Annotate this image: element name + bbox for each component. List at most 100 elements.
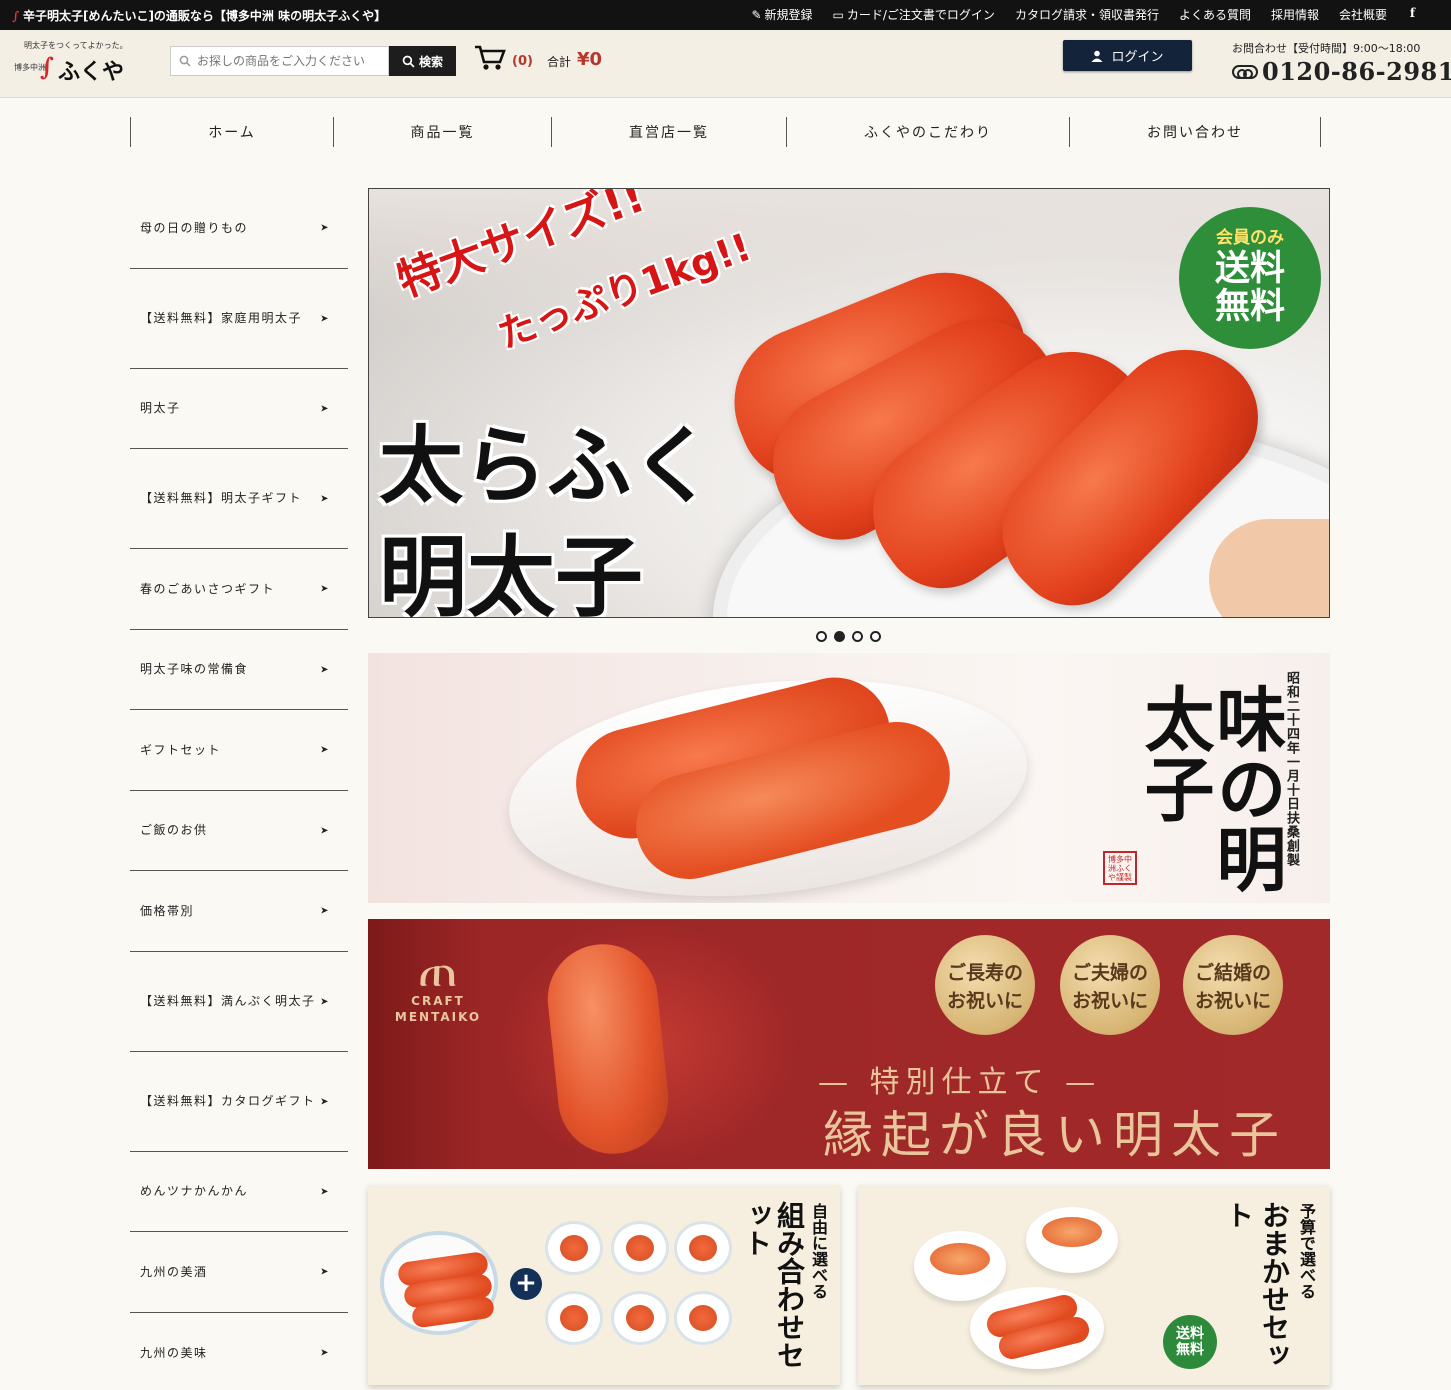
sidebar-item-manpuku[interactable]: 【送料無料】満んぷく明太子 ➤ <box>130 952 348 1052</box>
founded-text: 昭和二十四年一月十日扶桑創製 <box>1284 671 1299 867</box>
calligraphy-title: 味の明太子 <box>1133 683 1288 893</box>
aji-no-mentaiko-banner[interactable]: 味の明太子 昭和二十四年一月十日扶桑創製 博多中洲ふくや謹製 <box>368 653 1330 903</box>
cart-count: (0) <box>512 53 533 69</box>
chevron-right-icon: ➤ <box>320 825 330 836</box>
sidebar-item-kyushu-sake[interactable]: 九州の美酒 ➤ <box>130 1232 348 1313</box>
hero-title-1: 太らふく <box>379 416 716 515</box>
search-input[interactable] <box>197 54 377 68</box>
sidebar-item-mentaiko[interactable]: 明太子 ➤ <box>130 369 348 449</box>
side-dish-image <box>611 1291 669 1345</box>
phone-number[interactable]: 0120-86-2981 <box>1232 57 1451 86</box>
nav-stores[interactable]: 直営店一覧 <box>551 117 786 147</box>
search-icon <box>179 55 191 67</box>
user-icon <box>1091 50 1103 62</box>
card2-title: おまかせセット <box>1222 1201 1291 1369</box>
chevron-right-icon: ➤ <box>320 1266 330 1278</box>
coin-longevity: ご長寿の お祝いに <box>935 935 1035 1035</box>
sidebar-item-pantry[interactable]: 明太子味の常備食 ➤ <box>130 630 348 710</box>
register-link[interactable]: ✎ 新規登録 <box>751 6 812 23</box>
craft-mentaiko-logo: ጠ CRAFT MENTAIKO <box>394 942 482 1024</box>
sidebar-item-gift-set[interactable]: ギフトセット ➤ <box>130 710 348 791</box>
cart[interactable]: (0) 合計 ¥0 <box>474 44 602 72</box>
combination-set-card[interactable]: + 自由に選べる 組み合わせセット <box>368 1185 840 1385</box>
seal-stamp: 博多中洲ふくや謹製 <box>1103 851 1137 885</box>
side-dish-image <box>611 1221 669 1275</box>
sidebar-item-gift[interactable]: 【送料無料】明太子ギフト ➤ <box>130 449 348 549</box>
catalog-request-link[interactable]: カタログ請求・領収書発行 <box>1015 6 1159 23</box>
search-form: 検索 <box>170 46 456 76</box>
free-shipping-badge: 送料無料 <box>1163 1315 1217 1369</box>
cart-total-label: 合計 <box>546 54 571 69</box>
search-field <box>170 46 389 76</box>
plus-icon: + <box>510 1268 542 1300</box>
company-link[interactable]: 会社概要 <box>1339 6 1387 23</box>
card2-subtitle: 予算で選べる <box>1297 1203 1316 1299</box>
site-title-text: 辛子明太子[めんたいこ]の通販なら【博多中洲 味の明太子ふくや】 <box>22 9 387 23</box>
nav-home[interactable]: ホーム <box>130 117 333 147</box>
category-sidebar: 母の日の贈りもの ➤ 【送料無料】家庭用明太子 ➤ 明太子 ➤ 【送料無料】明太子ギフ… <box>130 188 348 1390</box>
chevron-right-icon: ➤ <box>320 664 330 675</box>
chevron-right-icon: ➤ <box>320 222 330 234</box>
sidebar-item-home-use[interactable]: 【送料無料】家庭用明太子 ➤ <box>130 269 348 369</box>
facebook-icon[interactable]: f <box>1410 6 1415 20</box>
side-dish-image <box>674 1291 732 1345</box>
chevron-right-icon: ➤ <box>320 996 330 1007</box>
sidebar-item-spring-gift[interactable]: 春のごあいさつギフト ➤ <box>130 549 348 630</box>
chevron-right-icon: ➤ <box>320 1347 330 1359</box>
nav-contact[interactable]: お問い合わせ <box>1069 117 1321 147</box>
hero-banner[interactable]: 特大サイズ!! たっぷり1kg!! 太らふく 明太子 会員のみ 送料無料 <box>368 188 1330 618</box>
coin-couple: ご夫婦の お祝いに <box>1060 935 1160 1035</box>
fukuya-logo-icon: ∫ <box>12 8 19 23</box>
faq-link[interactable]: よくある質問 <box>1179 6 1251 23</box>
nav-products[interactable]: 商品一覧 <box>333 117 551 147</box>
sidebar-item-mothers-day[interactable]: 母の日の贈りもの ➤ <box>130 188 348 269</box>
login-button[interactable]: ログイン <box>1063 40 1192 71</box>
card-login-link[interactable]: ▭ カード/ご注文書でログイン <box>833 6 995 23</box>
chevron-right-icon: ➤ <box>320 493 330 504</box>
carousel-dot-4[interactable] <box>870 631 881 642</box>
omakase-set-card[interactable]: 予算で選べる おまかせセット 送料無料 <box>858 1185 1330 1385</box>
craft-mentaiko-banner[interactable]: ጠ CRAFT MENTAIKO ご長寿の お祝いに ご夫婦の お祝いに ご結婚… <box>368 919 1330 1169</box>
carousel-dot-3[interactable] <box>852 631 863 642</box>
sidebar-item-kyushu-food[interactable]: 九州の美味 ➤ <box>130 1313 348 1390</box>
top-bar: ∫ 辛子明太子[めんたいこ]の通販なら【博多中洲 味の明太子ふくや】 ✎ 新規登録… <box>0 0 1451 30</box>
carousel-dot-2[interactable] <box>834 631 845 642</box>
chevron-right-icon: ➤ <box>320 583 330 595</box>
chevron-right-icon: ➤ <box>320 1096 330 1107</box>
top-links: ✎ 新規登録 ▭ カード/ご注文書でログイン カタログ請求・領収書発行 よくある質問… <box>751 6 1387 23</box>
cart-icon <box>475 45 506 70</box>
chevron-right-icon: ➤ <box>320 1186 330 1197</box>
carousel-dots <box>816 631 881 642</box>
card1-title: 組み合わせセット <box>740 1201 806 1369</box>
carousel-dot-1[interactable] <box>816 631 827 642</box>
search-button[interactable]: 検索 <box>389 46 456 76</box>
side-dish-image <box>545 1291 603 1345</box>
sidebar-item-price-range[interactable]: 価格帯別 ➤ <box>130 871 348 952</box>
freedial-icon <box>1232 64 1258 79</box>
edit-icon: ✎ <box>751 7 762 22</box>
recruit-link[interactable]: 採用情報 <box>1271 6 1319 23</box>
side-dish-image <box>674 1221 732 1275</box>
card-icon: ▭ <box>832 7 844 22</box>
chevron-right-icon: ➤ <box>320 403 330 414</box>
header: 明太子をつくってよかった。 博多中洲 ∫ ふくや 検索 (0) 合計 ¥0 ログ… <box>0 30 1451 98</box>
sidebar-item-catalog-gift[interactable]: 【送料無料】カタログギフト ➤ <box>130 1052 348 1152</box>
banner3-title: 縁起が良い明太子 <box>823 1106 1287 1164</box>
side-dish-image <box>545 1221 603 1275</box>
site-title[interactable]: ∫ 辛子明太子[めんたいこ]の通販なら【博多中洲 味の明太子ふくや】 <box>12 7 386 24</box>
free-shipping-badge: 会員のみ 送料無料 <box>1179 207 1321 349</box>
chevron-right-icon: ➤ <box>320 313 330 324</box>
brand-tagline: 明太子をつくってよかった。 <box>24 41 128 50</box>
chevron-right-icon: ➤ <box>320 744 330 756</box>
chevron-right-icon: ➤ <box>320 905 330 917</box>
sidebar-item-rice-companion[interactable]: ご飯のお供 ➤ <box>130 791 348 871</box>
nav-commitment[interactable]: ふくやのこだわり <box>786 117 1069 147</box>
brand-mark-icon: ∫ <box>40 52 54 81</box>
brand-name: ふくや <box>58 59 125 85</box>
coin-wedding: ご結婚の お祝いに <box>1183 935 1283 1035</box>
craft-logo-icon: ጠ <box>418 942 458 998</box>
sidebar-item-mentsuna[interactable]: めんツナかんかん ➤ <box>130 1152 348 1232</box>
card1-subtitle: 自由に選べる <box>809 1203 828 1299</box>
global-nav: ホーム 商品一覧 直営店一覧 ふくやのこだわり お問い合わせ <box>130 117 1321 147</box>
contact-label: お問合わせ【受付時間】9:00～18:00 <box>1232 42 1421 55</box>
